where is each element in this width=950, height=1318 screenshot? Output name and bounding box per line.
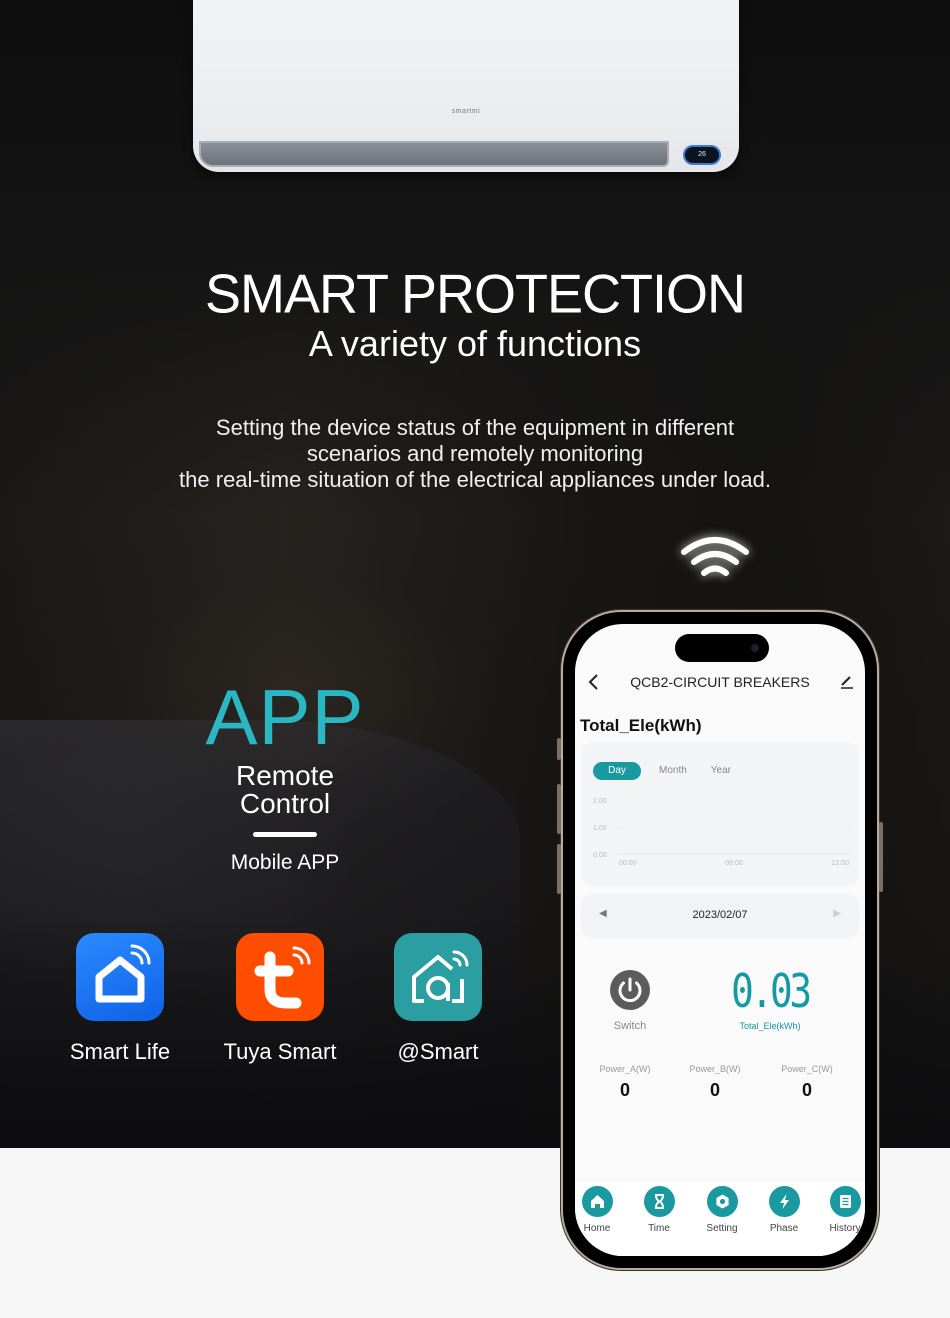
power-icon xyxy=(618,977,642,1003)
tab-day[interactable]: Day xyxy=(593,762,641,780)
power-value: 0 xyxy=(709,1080,720,1100)
x-tick-label: 00:00 xyxy=(619,860,637,867)
description-line: scenarios and remotely monitoring xyxy=(306,441,644,466)
dynamic-island xyxy=(675,634,769,662)
y-tick-label: 1.00 xyxy=(593,825,607,832)
total-energy-label: Total_Ele(kWh) xyxy=(739,1021,801,1031)
description-line: Setting the device status of the equipme… xyxy=(215,415,735,440)
store-app-label: Smart Life xyxy=(69,1039,171,1064)
app-heading: APP xyxy=(205,673,365,761)
app-caption: Mobile APP xyxy=(230,851,340,874)
at-smart-house-icon xyxy=(394,933,482,1021)
power-label: Power_C(W) xyxy=(781,1064,833,1074)
power-a: Power_A(W) 0 xyxy=(580,1064,670,1101)
date-navigator: ◀ 2023/02/07 ▶ xyxy=(581,894,859,938)
settings-icon xyxy=(706,1186,738,1217)
total-energy-value: 0.03 xyxy=(731,964,812,1018)
power-c: Power_C(W) 0 xyxy=(762,1064,852,1101)
tabbar-item-setting[interactable]: Setting xyxy=(692,1186,752,1234)
phone-side-button xyxy=(557,784,561,834)
page-subtitle: A variety of functions xyxy=(308,323,642,364)
bottom-tabbar: Home Time Setting Phase History xyxy=(575,1182,865,1256)
description: Setting the device status of the equipme… xyxy=(0,415,950,493)
tuya-t-icon xyxy=(236,933,324,1021)
phone-side-button xyxy=(557,844,561,894)
tabbar-item-time[interactable]: Time xyxy=(629,1186,689,1234)
tabbar-label: Home xyxy=(583,1223,611,1234)
store-app-label: @Smart xyxy=(397,1039,479,1064)
app-subheading-line1: Remote xyxy=(235,760,335,791)
lightning-icon xyxy=(768,1186,800,1217)
power-label: Power_B(W) xyxy=(689,1064,741,1074)
wifi-icon xyxy=(676,534,754,584)
phone-side-button xyxy=(879,822,883,892)
power-b: Power_B(W) 0 xyxy=(670,1064,760,1101)
ac-brand-label: smartmi xyxy=(451,108,481,115)
phone-side-button xyxy=(557,738,561,760)
energy-chart-card: Day Month Year 0.00 1.00 2.00 00:00 06:00 12:… xyxy=(581,742,859,886)
smart-life-house-icon xyxy=(76,933,164,1021)
ac-vent xyxy=(199,141,669,167)
power-value: 0 xyxy=(619,1080,630,1100)
document-icon xyxy=(829,1186,861,1217)
y-tick-label: 0.00 xyxy=(593,852,607,859)
tabbar-item-home[interactable]: Home xyxy=(575,1186,627,1234)
hourglass-icon xyxy=(643,1186,675,1217)
power-switch-button[interactable] xyxy=(610,970,650,1010)
date-label: 2023/02/07 xyxy=(692,909,748,921)
store-app-tuya-smart[interactable]: Tuya Smart xyxy=(210,933,350,1065)
ac-display: 26 xyxy=(683,145,721,165)
app-header: QCB2-CIRCUIT BREAKERS xyxy=(575,672,865,694)
y-tick-label: 2.00 xyxy=(593,798,607,805)
camera-icon xyxy=(751,644,759,652)
description-line: the real-time situation of the electrica… xyxy=(179,467,771,492)
x-tick-label: 12:00 xyxy=(831,860,849,867)
tab-year[interactable]: Year xyxy=(699,762,743,780)
tab-month[interactable]: Month xyxy=(647,762,699,780)
phone-screen: QCB2-CIRCUIT BREAKERS Total_Ele(kWh) Day… xyxy=(575,624,865,1256)
home-icon xyxy=(581,1186,613,1217)
tabbar-label: Setting xyxy=(706,1223,738,1234)
app-section: APP Remote Control Mobile APP xyxy=(190,676,380,875)
app-header-title: QCB2-CIRCUIT BREAKERS xyxy=(630,674,810,690)
divider xyxy=(253,832,317,837)
period-tabs: Day Month Year xyxy=(593,762,743,780)
tabbar-label: History xyxy=(829,1223,861,1234)
store-app-smart-life[interactable]: Smart Life xyxy=(60,933,180,1065)
store-app-label: Tuya Smart xyxy=(223,1039,337,1064)
store-app-at-smart[interactable]: @Smart xyxy=(378,933,498,1065)
tabbar-label: Phase xyxy=(769,1223,799,1234)
tabbar-label: Time xyxy=(648,1223,670,1234)
air-conditioner-image: smartmi 26 xyxy=(193,0,739,172)
x-tick-label: 06:00 xyxy=(725,860,743,867)
section-title: Total_Ele(kWh) xyxy=(580,716,702,735)
app-subheading-line2: Control xyxy=(239,788,331,819)
pencil-icon[interactable] xyxy=(839,674,855,690)
page-title-text: SMART PROTECTION xyxy=(204,263,746,325)
triangle-right-icon[interactable]: ▶ xyxy=(833,908,841,919)
power-value: 0 xyxy=(801,1080,812,1100)
power-label: Power_A(W) xyxy=(599,1064,651,1074)
tabbar-item-phase[interactable]: Phase xyxy=(754,1186,814,1234)
tabbar-item-history[interactable]: History xyxy=(815,1186,865,1234)
energy-chart: 0.00 1.00 2.00 00:00 06:00 12:00 xyxy=(593,798,849,867)
phone-mockup: QCB2-CIRCUIT BREAKERS Total_Ele(kWh) Day… xyxy=(557,610,883,1270)
switch-label: Switch xyxy=(613,1020,647,1032)
page-title: SMART PROTECTION xyxy=(0,261,950,325)
